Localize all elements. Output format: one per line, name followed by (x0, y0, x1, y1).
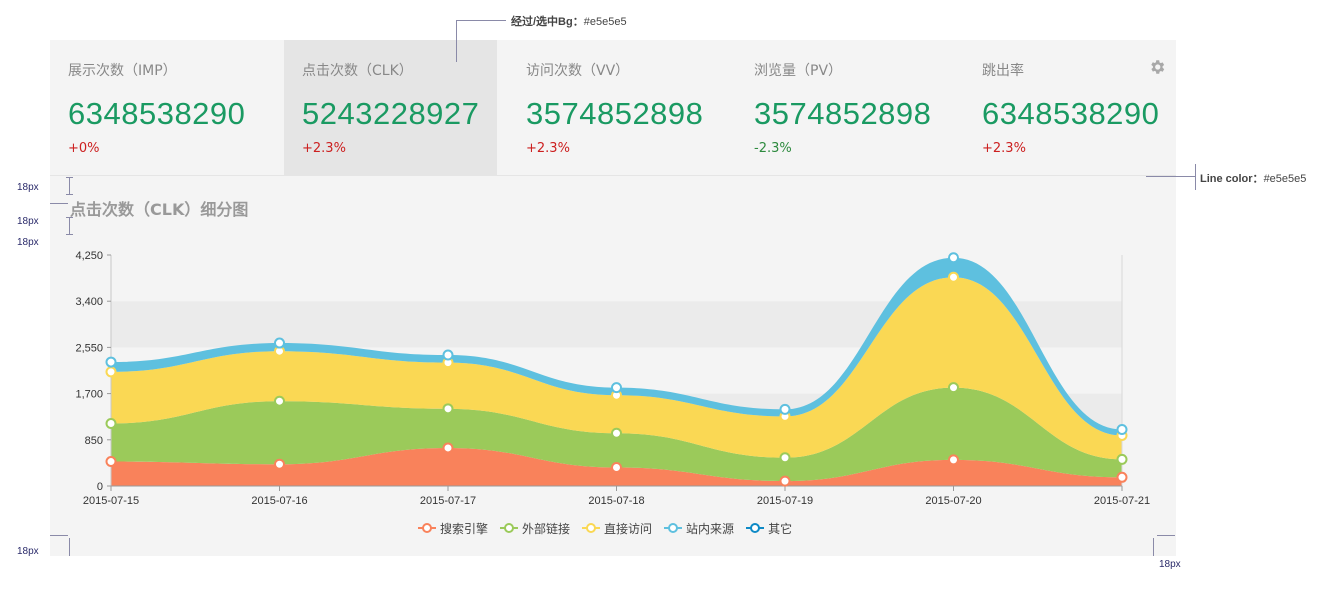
legend-item[interactable]: 站内来源 (664, 520, 734, 537)
data-point (105, 417, 117, 429)
annotation-leader (456, 20, 506, 21)
data-point (948, 454, 959, 466)
data-point (779, 475, 791, 487)
x-tick-label: 2015-07-16 (251, 495, 307, 507)
legend-swatch-icon (500, 523, 519, 533)
data-point (611, 462, 622, 474)
spacing-guide (66, 234, 73, 235)
data-point (274, 395, 285, 407)
spacing-label: 18px (17, 216, 39, 227)
legend-label: 外部链接 (522, 521, 571, 536)
x-tick-label: 2015-07-18 (588, 495, 644, 507)
x-tick-label: 2015-07-15 (83, 495, 139, 507)
data-point (274, 337, 285, 349)
legend-item[interactable]: 直接访问 (582, 520, 652, 537)
x-tick-label: 2015-07-19 (757, 495, 813, 507)
data-point (1116, 471, 1128, 483)
spacing-guide (50, 535, 68, 536)
hover-bg-annotation: 经过/选中Bg：#e5e5e5 (511, 13, 627, 29)
legend-swatch-icon (582, 523, 601, 533)
data-point (948, 252, 959, 264)
legend-item[interactable]: 外部链接 (500, 520, 570, 537)
spacing-guide (50, 203, 68, 204)
stacked-area-chart: 0 850 1,700 2,550 3,400 4,250 2015-07-15 2015-0… (75, 250, 1150, 507)
legend-label: 搜索引擎 (440, 521, 489, 536)
data-point (611, 382, 622, 394)
y-tick-label: 0 (97, 481, 103, 493)
y-tick-label: 1,700 (75, 389, 103, 401)
data-point (442, 349, 454, 361)
y-tick-label: 3,400 (75, 296, 103, 308)
spacing-label: 18px (17, 546, 39, 557)
y-tick-label: 850 (85, 435, 103, 447)
spacing-label: 18px (17, 182, 39, 193)
spacing-label: 18px (1159, 559, 1181, 570)
annotation-leader (1195, 164, 1196, 190)
legend-swatch-icon (418, 523, 436, 533)
x-tick-label: 2015-07-21 (1094, 495, 1150, 507)
data-point (779, 403, 791, 415)
annotation-key: Line color： (1200, 173, 1264, 185)
legend-label: 站内来源 (686, 521, 735, 536)
legend-item[interactable]: 搜索引擎 (418, 520, 488, 537)
data-point (1116, 453, 1128, 465)
annotation-value: #e5e5e5 (1263, 173, 1307, 185)
legend-swatch-icon (664, 523, 683, 533)
annotation-leader (1146, 176, 1196, 177)
y-tick-label: 4,250 (75, 250, 103, 262)
spacing-guide (66, 194, 73, 195)
spacing-guide (1153, 538, 1154, 556)
data-point (1116, 423, 1128, 435)
spacing-label: 18px (17, 237, 39, 248)
spacing-guide (69, 217, 70, 235)
x-tick-label: 2015-07-20 (925, 495, 981, 507)
data-point (779, 452, 791, 464)
data-point (105, 456, 117, 468)
legend-item[interactable]: 其它 (746, 520, 792, 537)
data-point (442, 442, 454, 454)
spacing-guide (69, 177, 70, 195)
data-point (611, 427, 622, 439)
annotation-key: 经过/选中Bg： (511, 16, 584, 28)
spacing-guide (1157, 535, 1175, 536)
annotation-value: #e5e5e5 (583, 16, 627, 28)
data-point (948, 271, 959, 283)
data-point (442, 403, 454, 415)
legend-swatch-icon (746, 523, 765, 533)
spacing-guide (66, 177, 73, 178)
spacing-guide (66, 217, 73, 218)
data-point (274, 458, 285, 470)
legend-label: 其它 (768, 521, 793, 536)
data-point (948, 382, 959, 394)
annotation-leader (456, 20, 457, 62)
data-point (105, 366, 117, 378)
spacing-guide (69, 538, 70, 556)
legend-label: 直接访问 (604, 521, 653, 536)
line-color-annotation: Line color：#e5e5e5 (1200, 170, 1306, 186)
x-tick-label: 2015-07-17 (420, 495, 476, 507)
chart-legend: 搜索引擎 外部链接 直接访问 站内来源 其它 (418, 520, 792, 536)
y-tick-label: 2,550 (75, 342, 103, 354)
data-point (105, 356, 117, 368)
